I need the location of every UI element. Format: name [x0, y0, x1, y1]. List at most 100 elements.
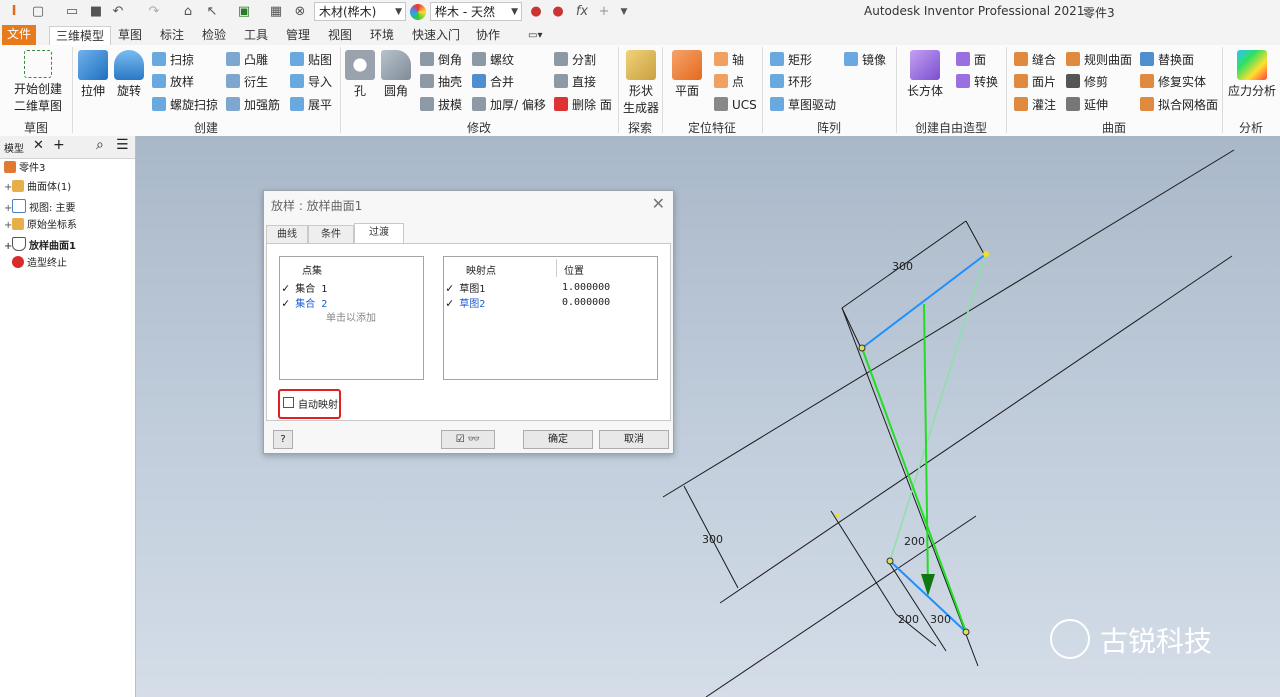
tab-conditions[interactable]: 条件 — [308, 225, 354, 244]
tree-item-surface-bodies[interactable]: + 曲面体(1) — [4, 180, 71, 196]
patch-button[interactable]: 面片 — [1014, 73, 1056, 91]
tree-item-view[interactable]: + 视图: 主要 — [4, 199, 76, 215]
dimension-label[interactable]: 300 — [892, 260, 913, 273]
rect-pattern-button[interactable]: 矩形 — [770, 51, 812, 69]
derive-button[interactable]: 衍生 — [226, 73, 268, 91]
direct-button[interactable]: 直接 — [554, 73, 596, 91]
convert-button[interactable]: 转换 — [956, 73, 998, 91]
point-button[interactable]: 点 — [714, 73, 744, 91]
emboss-button[interactable]: 凸雕 — [226, 51, 268, 69]
trim-button[interactable]: 修剪 — [1066, 73, 1108, 91]
redo-icon[interactable]: ↷ — [146, 4, 162, 20]
dimension-label[interactable]: 200 — [898, 613, 919, 626]
tree-item-end-of-part[interactable]: 造型终止 — [12, 256, 67, 272]
tree-item-loft-surface[interactable]: + 放样曲面1 — [4, 237, 76, 253]
tab-view[interactable]: 视图 — [322, 26, 358, 45]
cancel-button[interactable]: 取消 — [599, 430, 669, 449]
undo-icon[interactable]: ↶ — [110, 4, 126, 20]
replace-face-button[interactable]: 替换面 — [1140, 51, 1194, 69]
tree-item-part[interactable]: 零件3 — [4, 161, 45, 177]
fit-mesh-face-button[interactable]: 拟合网格面 — [1140, 96, 1218, 114]
list-item[interactable]: ✓ 集合 1 — [282, 281, 327, 295]
plane-button[interactable]: 平面 — [670, 50, 704, 99]
thicken-button[interactable]: 加厚/ 偏移 — [472, 96, 546, 114]
start-2d-sketch-button[interactable]: 开始创建 二维草图 — [10, 50, 66, 114]
color-wheel-icon[interactable] — [410, 4, 426, 20]
auto-map-checkbox[interactable] — [283, 397, 294, 408]
clear-appearance-icon[interactable]: ● — [550, 4, 566, 20]
loft-button[interactable]: 放样 — [152, 73, 194, 91]
save-icon[interactable]: ■ — [88, 4, 104, 20]
decal-button[interactable]: 贴图 — [290, 51, 332, 69]
customize-dropdown-icon[interactable]: ▼ — [616, 4, 632, 20]
tab-3d-model[interactable]: 三维模型 — [49, 26, 112, 46]
tab-environments[interactable]: 环境 — [364, 26, 400, 45]
repair-bodies-button[interactable]: 修复实体 — [1140, 73, 1206, 91]
extend-button[interactable]: 延伸 — [1066, 96, 1108, 114]
shell-button[interactable]: 抽壳 — [420, 73, 462, 91]
dimension-label[interactable]: 300 — [930, 613, 951, 626]
appearance-adjust-icon[interactable]: ● — [528, 4, 544, 20]
draft-button[interactable]: 拔模 — [420, 96, 462, 114]
sketch-driven-pattern-button[interactable]: 草图驱动 — [770, 96, 836, 114]
tab-collaborate[interactable]: 协作 — [470, 26, 506, 45]
table-row[interactable]: ✓ 草图2 — [446, 296, 485, 310]
list-item[interactable]: ✓ 集合 2 — [282, 296, 327, 310]
prohibit-icon[interactable]: ⊗ — [292, 4, 308, 20]
add-tab-icon[interactable]: + — [53, 137, 65, 153]
table-cell-position[interactable]: 1.000000 — [562, 281, 610, 295]
home-icon[interactable]: ⌂ — [180, 4, 196, 20]
menu-icon[interactable]: ☰ — [116, 137, 129, 153]
close-icon[interactable]: ✕ — [33, 138, 44, 153]
close-icon[interactable]: ✕ — [652, 194, 665, 213]
rib-button[interactable]: 加强筋 — [226, 96, 280, 114]
delete-face-button[interactable]: 删除 面 — [554, 96, 612, 114]
stitch-button[interactable]: 缝合 — [1014, 51, 1056, 69]
new-file-icon[interactable]: ▢ — [30, 4, 46, 20]
help-button[interactable]: ? — [273, 430, 293, 449]
hole-button[interactable]: 孔 — [344, 50, 376, 99]
click-to-add-hint[interactable]: 单击以添加 — [326, 312, 376, 326]
preview-toggle-button[interactable]: ☑ 👓 — [441, 430, 495, 449]
chamfer-button[interactable]: 倒角 — [420, 51, 462, 69]
ucs-button[interactable]: UCS — [714, 96, 757, 114]
sweep-button[interactable]: 扫掠 — [152, 51, 194, 69]
appearance-select[interactable]: 桦木 - 天然 ▼ — [430, 2, 522, 21]
add-icon[interactable]: + — [596, 4, 612, 20]
point-sets-list[interactable]: 点集 ✓ 集合 1 ✓ 集合 2 单击以添加 — [279, 256, 424, 380]
ok-button[interactable]: 确定 — [523, 430, 593, 449]
circ-pattern-button[interactable]: 环形 — [770, 73, 812, 91]
shape-generator-button[interactable]: 形状 生成器 — [622, 50, 660, 116]
split-button[interactable]: 分割 — [554, 51, 596, 69]
tab-inspect[interactable]: 检验 — [196, 26, 232, 45]
tab-get-started[interactable]: 快速入门 — [406, 26, 466, 45]
tab-file[interactable]: 文件 — [2, 25, 36, 45]
revolve-button[interactable]: 旋转 — [112, 50, 146, 99]
tab-sketch[interactable]: 草图 — [112, 26, 148, 45]
unwrap-button[interactable]: 展平 — [290, 96, 332, 114]
import-button[interactable]: 导入 — [290, 73, 332, 91]
open-folder-icon[interactable]: ▭ — [64, 4, 80, 20]
coil-button[interactable]: 螺旋扫掠 — [152, 96, 218, 114]
fillet-button[interactable]: 圆角 — [380, 50, 412, 99]
table-row[interactable]: ✓ 草图1 — [446, 281, 485, 295]
tab-curves[interactable]: 曲线 — [266, 225, 308, 244]
combine-button[interactable]: 合并 — [472, 73, 514, 91]
fx-parameters-icon[interactable]: fx — [574, 4, 590, 20]
extrude-button[interactable]: 拉伸 — [78, 50, 108, 99]
material-select[interactable]: 木材(桦木) ▼ — [314, 2, 406, 21]
tab-manage[interactable]: 管理 — [280, 26, 316, 45]
axis-button[interactable]: 轴 — [714, 51, 744, 69]
tab-transition[interactable]: 过渡 — [354, 223, 404, 244]
thread-button[interactable]: 螺纹 — [472, 51, 514, 69]
dimension-label[interactable]: 300 — [702, 533, 723, 546]
sculpt-button[interactable]: 灌注 — [1014, 96, 1056, 114]
search-icon[interactable]: ⌕ — [96, 137, 104, 153]
mirror-button[interactable]: 镜像 — [844, 51, 886, 69]
freeform-face-button[interactable]: 面 — [956, 51, 986, 69]
map-points-table[interactable]: 映射点 位置 ✓ 草图1 1.000000 ✓ 草图2 0.000000 — [443, 256, 658, 380]
box-freeform-button[interactable]: 长方体 — [904, 50, 946, 99]
select-icon[interactable]: ↖ — [204, 4, 220, 20]
stress-analysis-button[interactable]: 应力分析 — [1226, 50, 1278, 99]
table-cell-position[interactable]: 0.000000 — [562, 296, 610, 310]
